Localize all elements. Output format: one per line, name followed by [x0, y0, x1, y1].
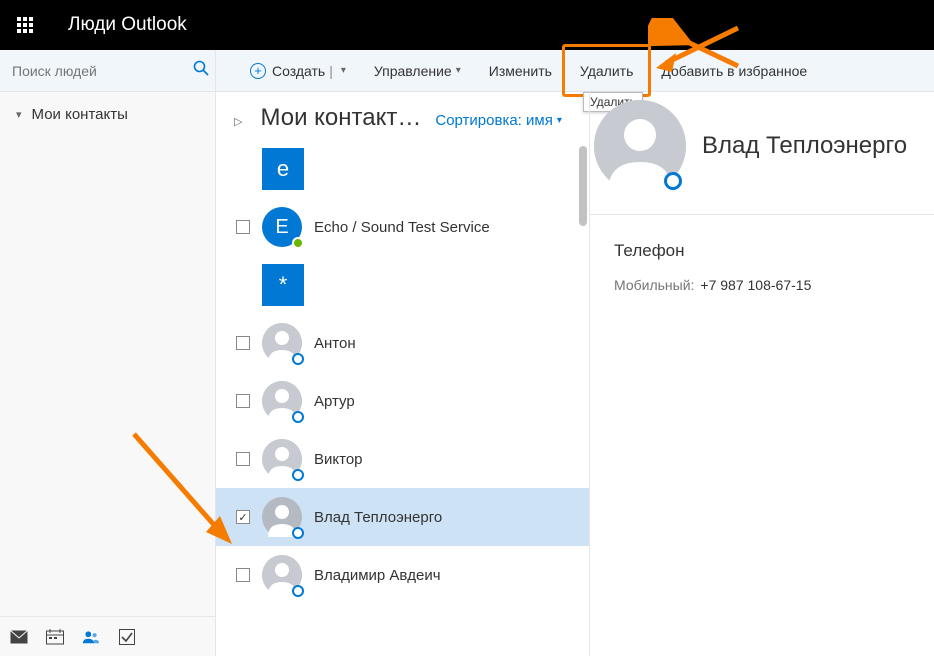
sidebar-footer — [0, 616, 215, 656]
sort-button[interactable]: Сортировка: имя ▾ — [435, 112, 562, 129]
contact-name: Владимир Авдеич — [314, 567, 441, 584]
presence-offline-icon — [292, 585, 304, 597]
manage-label: Управление — [374, 63, 452, 79]
contact-name: Антон — [314, 335, 356, 352]
tasks-icon[interactable] — [118, 628, 136, 646]
detail-name: Влад Теплоэнерго — [702, 132, 907, 160]
presence-offline-icon — [292, 411, 304, 423]
presence-offline-icon — [292, 469, 304, 481]
avatar: E — [262, 207, 302, 247]
chevron-down-icon: ▾ — [16, 108, 22, 121]
avatar — [262, 555, 302, 595]
sort-prefix: Сортировка: — [435, 112, 522, 129]
checkbox[interactable] — [236, 568, 250, 582]
list-header: ▷ Мои контакт… Сортировка: имя ▾ — [216, 92, 589, 140]
app-header: Люди Outlook — [0, 0, 934, 50]
create-label: Создать — [272, 63, 325, 79]
mail-icon[interactable] — [10, 628, 28, 646]
presence-offline-icon — [292, 353, 304, 365]
toolbar: + Создать | ▾ Управление ▾ Изменить Удал… — [0, 50, 934, 92]
scrollbar-thumb[interactable] — [579, 146, 587, 226]
detail-panel: Влад Теплоэнерго Телефон Мобильный: +7 9… — [590, 92, 934, 656]
search-box[interactable] — [0, 50, 216, 92]
contact-name: Виктор — [314, 451, 363, 468]
checkbox[interactable] — [236, 452, 250, 466]
split-divider: | — [329, 63, 333, 79]
letter-tile-star[interactable]: * — [262, 264, 304, 306]
manage-button[interactable]: Управление ▾ — [360, 50, 475, 91]
avatar — [262, 439, 302, 479]
sidebar-item-my-contacts[interactable]: ▾ Мои контакты — [0, 92, 215, 137]
presence-offline-icon — [664, 172, 682, 190]
section-tile: e — [216, 140, 589, 198]
contact-name: Артур — [314, 393, 355, 410]
contact-name: Echo / Sound Test Service — [314, 219, 490, 236]
detail-body: Телефон Мобильный: +7 987 108-67-15 — [590, 215, 934, 319]
chevron-down-icon: ▾ — [456, 65, 461, 76]
chevron-down-icon[interactable]: ▾ — [341, 65, 346, 76]
favorite-label: Добавить в избранное — [661, 63, 807, 79]
people-icon[interactable] — [82, 628, 100, 646]
app-launcher-button[interactable] — [0, 0, 50, 50]
create-button[interactable]: + Создать | ▾ — [236, 50, 360, 91]
edit-label: Изменить — [489, 63, 552, 79]
phone-section-label: Телефон — [614, 241, 910, 261]
list-item[interactable]: Владимир Авдеич — [216, 546, 589, 604]
checkbox[interactable] — [236, 394, 250, 408]
avatar — [262, 497, 302, 537]
section-tile: * — [216, 256, 589, 314]
sidebar: ▾ Мои контакты — [0, 92, 216, 656]
my-contacts-label: Мои контакты — [32, 106, 128, 123]
add-favorite-button[interactable]: Добавить в избранное — [647, 50, 821, 91]
search-icon[interactable] — [193, 60, 209, 81]
toolbar-actions: + Создать | ▾ Управление ▾ Изменить Удал… — [216, 50, 821, 91]
checkbox[interactable] — [236, 336, 250, 350]
mobile-label: Мобильный: — [614, 277, 694, 293]
list-item[interactable]: Виктор — [216, 430, 589, 488]
search-input[interactable] — [12, 63, 193, 79]
mobile-value: +7 987 108-67-15 — [700, 277, 811, 293]
avatar — [262, 323, 302, 363]
chevron-down-icon: ▾ — [557, 115, 562, 126]
detail-header: Влад Теплоэнерго — [590, 92, 934, 215]
list-item[interactable]: Антон — [216, 314, 589, 372]
collapse-icon[interactable]: ▷ — [234, 115, 242, 128]
list-title: Мои контакт… — [260, 104, 421, 132]
contact-name: Влад Теплоэнерго — [314, 509, 442, 526]
plus-circle-icon: + — [250, 63, 266, 79]
list-item[interactable]: Артур — [216, 372, 589, 430]
presence-available-icon — [292, 237, 304, 249]
sort-value: имя — [526, 112, 553, 129]
contact-list: e E Echo / Sound Test Service * Антон — [216, 140, 589, 656]
delete-label: Удалить — [580, 63, 633, 79]
list-item[interactable]: ✓ Влад Теплоэнерго — [216, 488, 589, 546]
edit-button[interactable]: Изменить — [475, 50, 566, 91]
delete-button[interactable]: Удалить — [566, 50, 647, 91]
letter-tile-e[interactable]: e — [262, 148, 304, 190]
presence-offline-icon — [292, 527, 304, 539]
avatar — [262, 381, 302, 421]
checkbox[interactable]: ✓ — [236, 510, 250, 524]
waffle-icon — [17, 17, 33, 33]
detail-avatar — [594, 100, 686, 192]
app-title: Люди Outlook — [68, 14, 187, 36]
calendar-icon[interactable] — [46, 628, 64, 646]
checkbox[interactable] — [236, 220, 250, 234]
list-item[interactable]: E Echo / Sound Test Service — [216, 198, 589, 256]
contact-list-panel: ▷ Мои контакт… Сортировка: имя ▾ e E Ech… — [216, 92, 590, 656]
phone-mobile-row: Мобильный: +7 987 108-67-15 — [614, 277, 910, 293]
